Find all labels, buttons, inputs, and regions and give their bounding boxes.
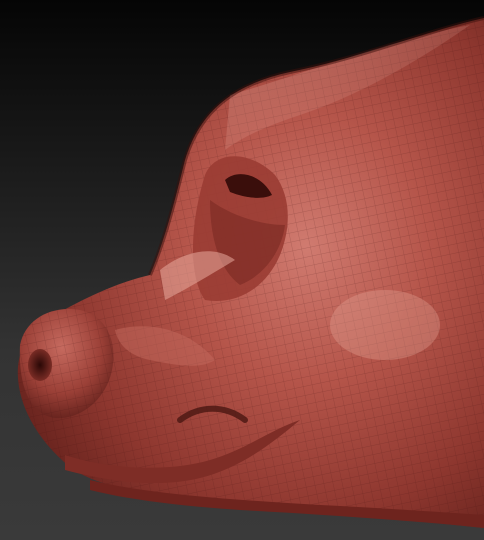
sculpt-render — [17, 16, 484, 528]
nostril — [28, 349, 52, 381]
viewport — [0, 0, 484, 540]
cheek-highlight — [330, 290, 440, 360]
